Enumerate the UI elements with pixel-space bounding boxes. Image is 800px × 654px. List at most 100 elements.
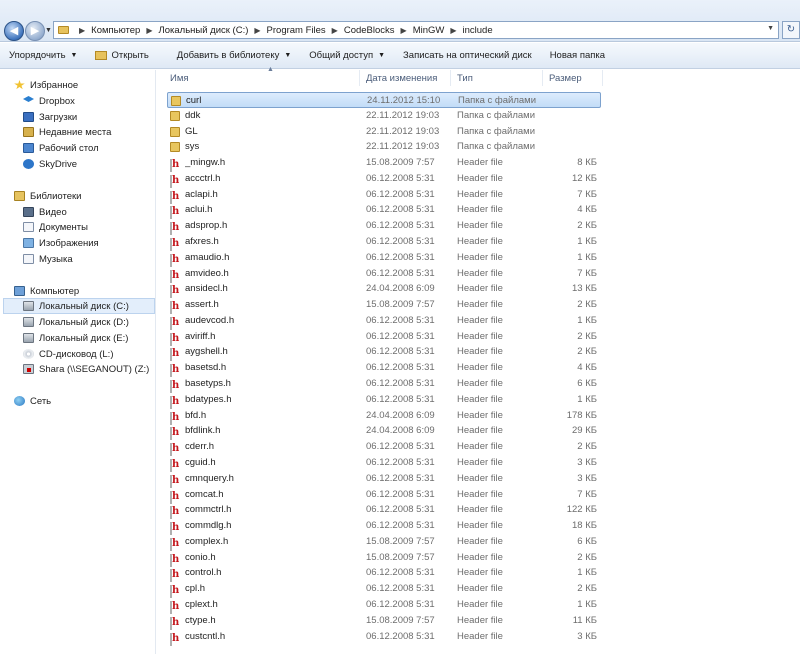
sidebar-item-desktop[interactable]: Рабочий стол [23, 140, 154, 156]
breadcrumb-separator-icon[interactable]: ▶ [450, 26, 456, 35]
library-icon [14, 191, 25, 201]
sidebar-group-network[interactable]: Сеть [14, 393, 154, 409]
recent-pages-dropdown[interactable]: ▼ [45, 27, 52, 34]
file-row[interactable]: cmnquery.h 06.12.2008 5:31 Header file 3 КБ [167, 471, 601, 488]
breadcrumb-item[interactable]: Локальный диск (C:) [158, 25, 248, 36]
file-row[interactable]: conio.h 15.08.2009 7:57 Header file 2 КБ [167, 550, 601, 567]
file-row[interactable]: cplext.h 06.12.2008 5:31 Header file 1 КБ [167, 597, 601, 614]
sidebar-item-dropbox[interactable]: Dropbox [23, 93, 154, 109]
file-row[interactable]: accctrl.h 06.12.2008 5:31 Header file 12 КБ [167, 171, 601, 188]
breadcrumb[interactable]: ▶ Компьютер ▶ Локальный диск (C:) ▶ Program F… [53, 21, 779, 39]
share-button[interactable]: Общий доступ ▼ [300, 45, 394, 67]
open-button[interactable]: Открыть [86, 45, 157, 67]
file-name: aygshell.h [185, 346, 228, 358]
breadcrumb-separator-icon[interactable]: ▶ [146, 26, 152, 35]
folder-row[interactable]: curl 24.11.2012 15:10 Папка с файлами [167, 92, 601, 108]
sidebar-item-cd-drive[interactable]: CD-дисковод (L:) [23, 346, 154, 362]
file-row[interactable]: _mingw.h 15.08.2009 7:57 Header file 8 КБ [167, 155, 601, 173]
breadcrumb-item[interactable]: Program Files [267, 25, 326, 36]
file-size: 3 КБ [577, 630, 597, 642]
folder-row[interactable]: ddk 22.11.2012 19:03 Папка с файлами [167, 108, 601, 124]
breadcrumb-item[interactable]: include [463, 25, 493, 36]
file-row[interactable]: commctrl.h 06.12.2008 5:31 Header file 122 … [167, 502, 601, 520]
sidebar-item-documents[interactable]: Документы [23, 219, 154, 235]
file-row[interactable]: comcat.h 06.12.2008 5:31 Header file 7 КБ [167, 487, 601, 504]
file-row[interactable]: cderr.h 06.12.2008 5:31 Header file 2 КБ [167, 439, 601, 457]
file-row[interactable]: aygshell.h 06.12.2008 5:31 Header file 2 КБ [167, 344, 601, 362]
column-header-size[interactable]: Размер [543, 70, 603, 86]
breadcrumb-separator-icon[interactable]: ▶ [254, 26, 260, 35]
desktop-icon [23, 143, 34, 153]
sidebar-item-network-drive[interactable]: Shara (\\SEGANOUT) (Z:) [23, 361, 154, 377]
file-row[interactable]: control.h 06.12.2008 5:31 Header file 1 КБ [167, 565, 601, 583]
back-button[interactable]: ◀ [4, 21, 24, 41]
file-row[interactable]: bfd.h 24.04.2008 6:09 Header file 178 КБ [167, 408, 601, 425]
file-row[interactable]: aviriff.h 06.12.2008 5:31 Header file 2 КБ [167, 329, 601, 346]
add-to-library-button[interactable]: Добавить в библиотеку ▼ [168, 45, 300, 67]
breadcrumb-item[interactable]: Компьютер [91, 25, 140, 36]
column-header-name[interactable]: Имя ▲ [164, 66, 360, 86]
new-folder-button[interactable]: Новая папка [541, 45, 614, 67]
file-row[interactable]: afxres.h 06.12.2008 5:31 Header file 1 КБ [167, 234, 601, 252]
sidebar-item-music[interactable]: Музыка [23, 251, 154, 267]
refresh-button[interactable]: ↻ [782, 21, 800, 39]
file-row[interactable]: custcntl.h 06.12.2008 5:31 Header file 3 КБ [167, 629, 601, 646]
folder-row[interactable]: sys 22.11.2012 19:03 Папка с файлами [167, 139, 601, 155]
column-header-date[interactable]: Дата изменения [360, 70, 451, 86]
sidebar-item-recent-places[interactable]: Недавние места [23, 124, 154, 140]
sidebar-item-drive-d[interactable]: Локальный диск (D:) [23, 314, 154, 330]
burn-button[interactable]: Записать на оптический диск [394, 45, 541, 67]
file-name: amvideo.h [185, 267, 229, 279]
file-date: 06.12.2008 5:31 [366, 267, 435, 279]
sidebar-item-drive-c[interactable]: Локальный диск (C:) [3, 298, 155, 314]
file-row[interactable]: adsprop.h 06.12.2008 5:31 Header file 2 КБ [167, 218, 601, 236]
file-row[interactable]: cguid.h 06.12.2008 5:31 Header file 3 КБ [167, 455, 601, 472]
add-to-library-label: Добавить в библиотеку [176, 50, 280, 61]
sidebar-item-pictures[interactable]: Изображения [23, 235, 154, 251]
breadcrumb-separator-icon[interactable]: ▶ [79, 26, 85, 35]
breadcrumb-item[interactable]: CodeBlocks [344, 25, 395, 36]
sidebar-item-downloads[interactable]: Загрузки [23, 109, 154, 125]
file-row[interactable]: basetyps.h 06.12.2008 5:31 Header file 6 КБ [167, 376, 601, 394]
sidebar-item-skydrive[interactable]: SkyDrive [23, 156, 154, 172]
file-row[interactable]: amaudio.h 06.12.2008 5:31 Header file 1 КБ [167, 250, 601, 267]
breadcrumb-separator-icon[interactable]: ▶ [332, 26, 338, 35]
file-row[interactable]: ansidecl.h 24.04.2008 6:09 Header file 13 К… [167, 281, 601, 299]
file-row[interactable]: commdlg.h 06.12.2008 5:31 Header file 18 КБ [167, 518, 601, 536]
sidebar-item-video[interactable]: Видео [23, 204, 154, 220]
file-name: adsprop.h [185, 220, 228, 232]
hard-drive-icon [23, 333, 34, 343]
burn-label: Записать на оптический диск [403, 50, 532, 61]
file-row[interactable]: complex.h 15.08.2009 7:57 Header file 6 КБ [167, 534, 601, 551]
file-size: 12 КБ [572, 172, 597, 184]
file-name: bfdlink.h [185, 425, 221, 437]
organize-button[interactable]: Упорядочить ▼ [0, 45, 86, 67]
column-size-label: Размер [549, 72, 582, 84]
file-row[interactable]: bdatypes.h 06.12.2008 5:31 Header file 1 КБ [167, 392, 601, 409]
forward-button[interactable]: ▶ [25, 21, 45, 41]
file-name: cpl.h [185, 583, 206, 595]
file-size [543, 139, 597, 155]
sidebar-group-computer[interactable]: Компьютер [14, 283, 154, 299]
breadcrumb-separator-icon[interactable]: ▶ [401, 26, 407, 35]
file-row[interactable]: audevcod.h 06.12.2008 5:31 Header file 1 КБ [167, 313, 601, 330]
file-row[interactable]: assert.h 15.08.2009 7:57 Header file 2 КБ [167, 297, 601, 315]
file-row[interactable]: cpl.h 06.12.2008 5:31 Header file 2 КБ [167, 581, 601, 599]
file-row[interactable]: basetsd.h 06.12.2008 5:31 Header file 4 КБ [167, 360, 601, 378]
folder-row[interactable]: GL 22.11.2012 19:03 Папка с файлами [167, 124, 601, 140]
file-row[interactable]: aclapi.h 06.12.2008 5:31 Header file 7 КБ [167, 187, 601, 204]
file-row[interactable]: aclui.h 06.12.2008 5:31 Header file 4 КБ [167, 202, 601, 220]
sidebar-item-drive-e[interactable]: Локальный диск (E:) [23, 330, 154, 346]
address-history-dropdown[interactable]: ▼ [767, 25, 774, 32]
file-date: 15.08.2009 7:57 [366, 299, 435, 311]
breadcrumb-item[interactable]: MinGW [413, 25, 445, 36]
sidebar-group-libraries[interactable]: Библиотеки [14, 188, 154, 204]
sidebar-group-favorites[interactable]: Избранное [14, 77, 154, 93]
column-header-type[interactable]: Тип [451, 70, 543, 86]
file-type: Header file [457, 583, 503, 595]
file-date: 24.04.2008 6:09 [366, 283, 435, 295]
file-row[interactable]: bfdlink.h 24.04.2008 6:09 Header file 29 КБ [167, 423, 601, 441]
file-row[interactable]: amvideo.h 06.12.2008 5:31 Header file 7 КБ [167, 266, 601, 283]
file-name: commctrl.h [185, 504, 232, 516]
file-row[interactable]: ctype.h 15.08.2009 7:57 Header file 11 КБ [167, 613, 601, 630]
